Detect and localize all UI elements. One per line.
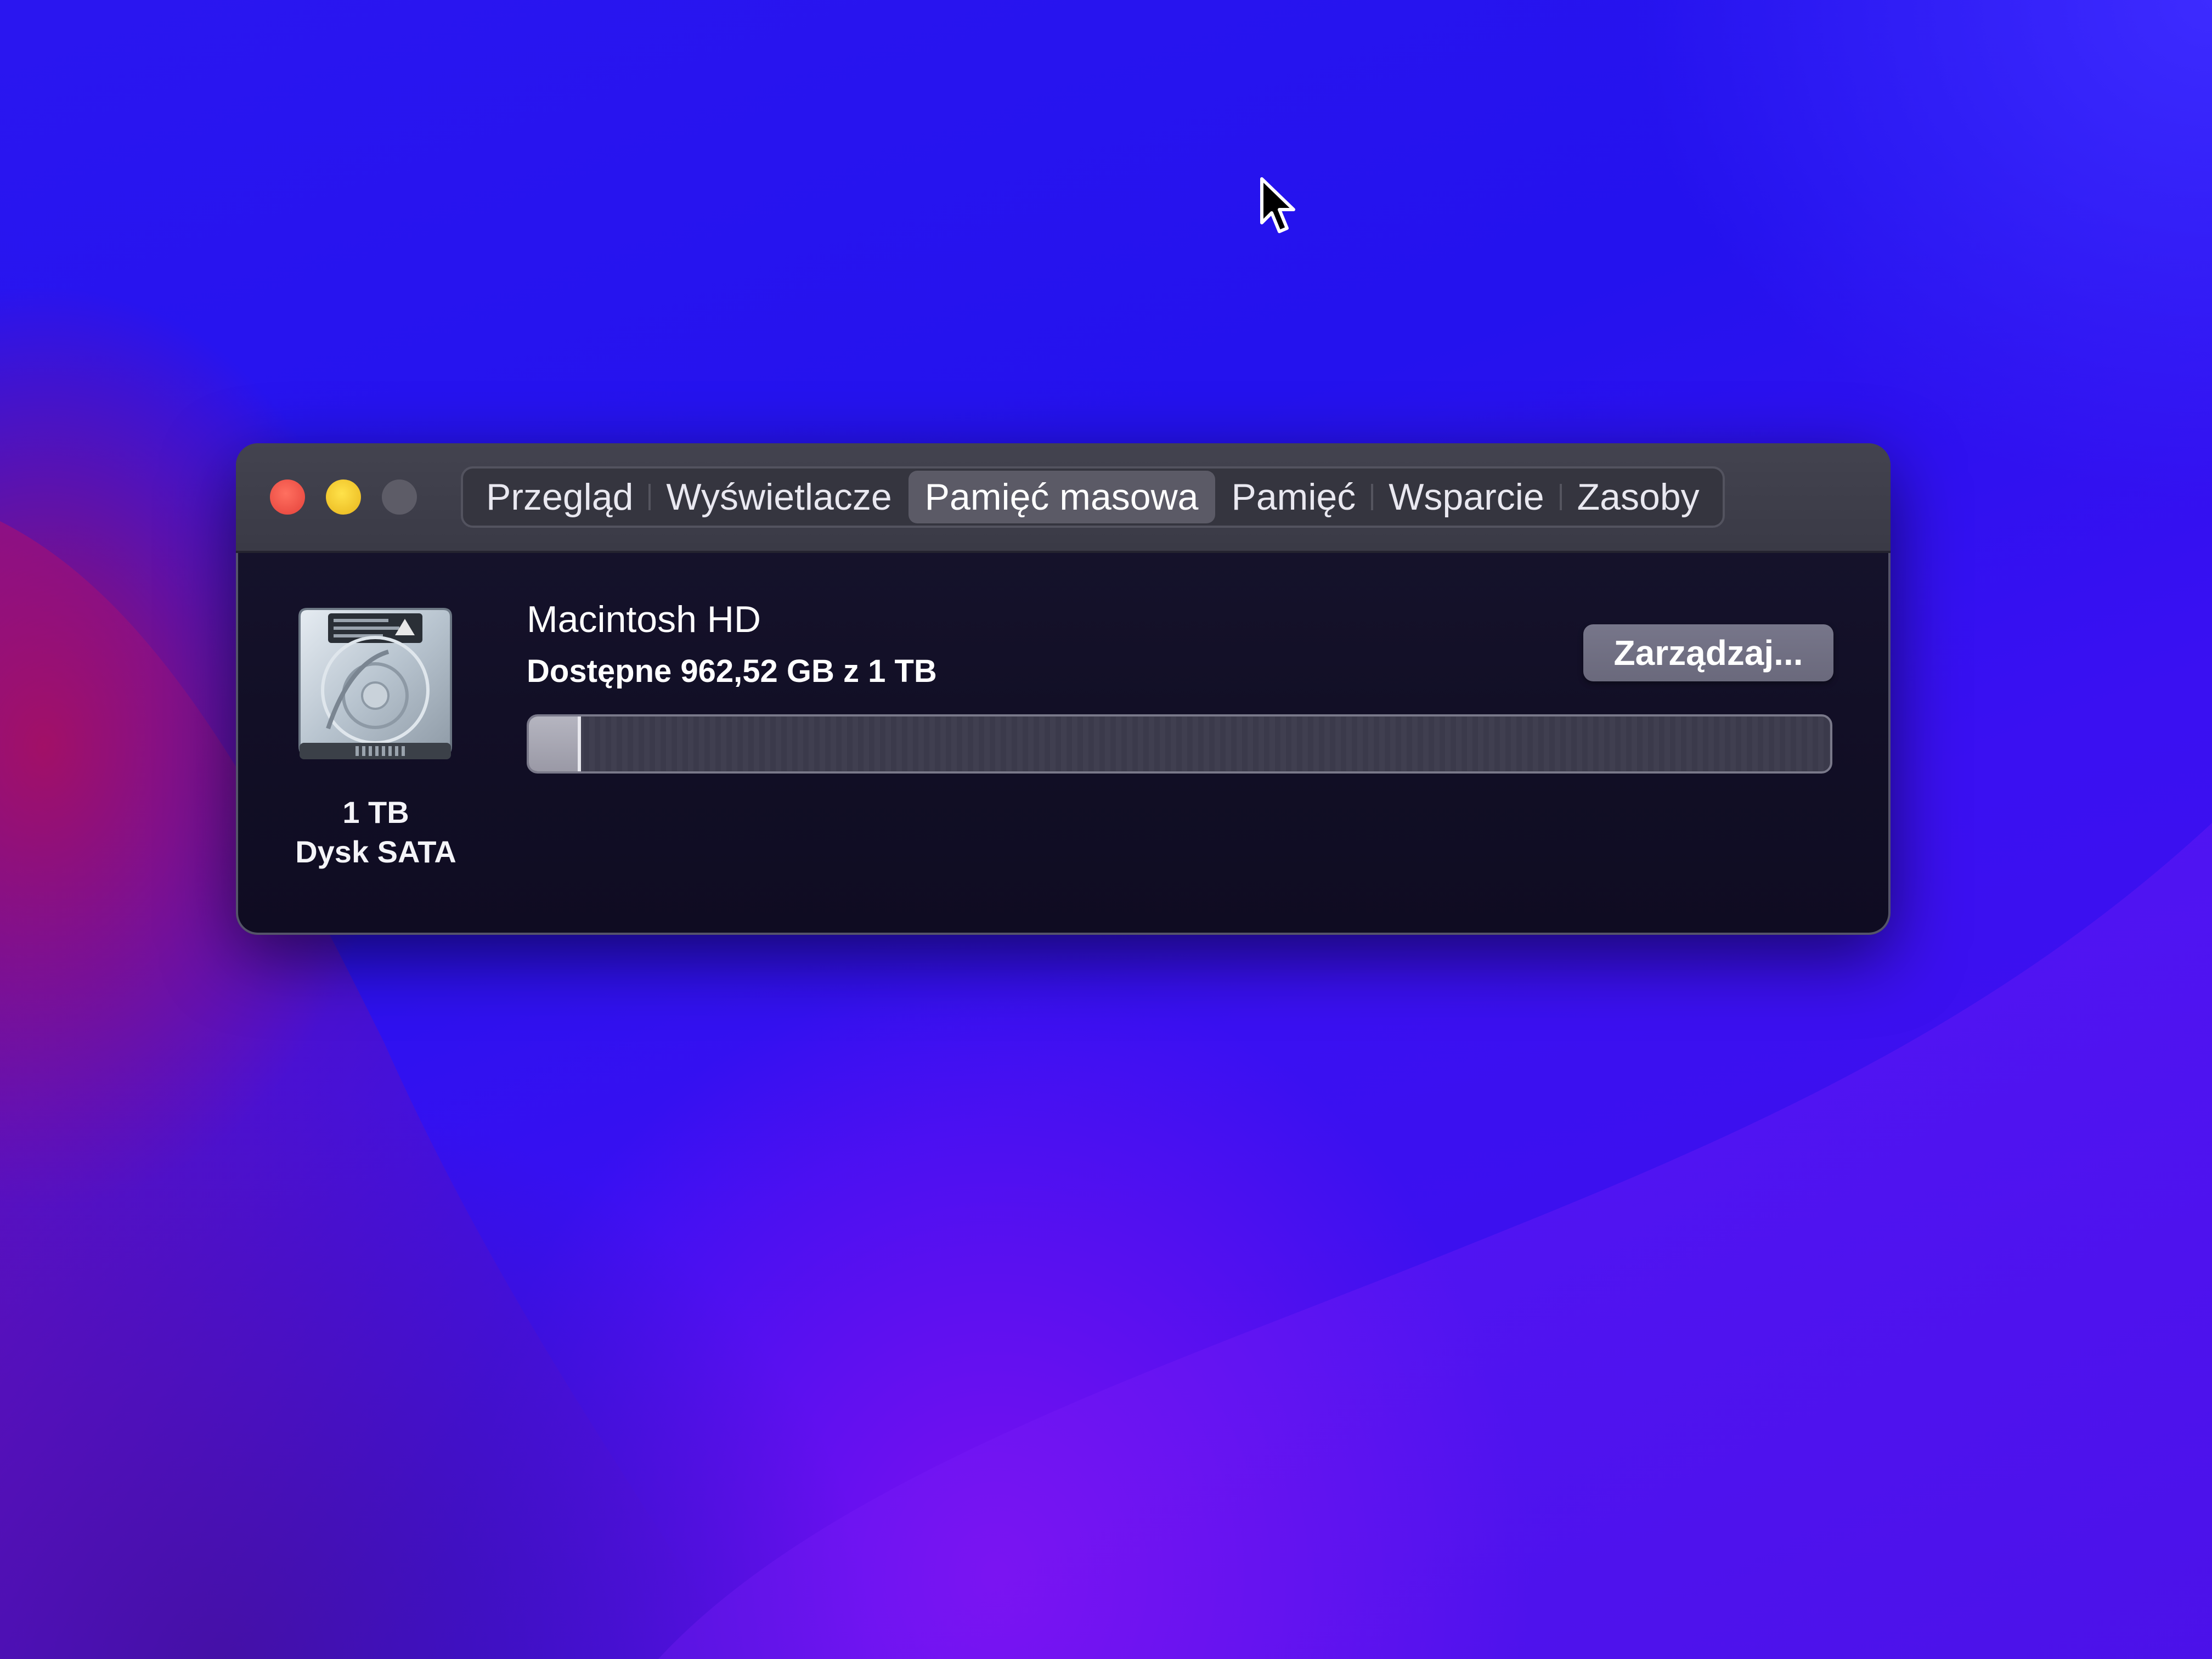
minimize-button[interactable] <box>326 479 361 515</box>
tab-pamiec[interactable]: Pamięć <box>1215 471 1373 523</box>
tab-przeglad[interactable]: Przegląd <box>470 471 650 523</box>
tab-wyswietlacze[interactable]: Wyświetlacze <box>648 471 908 523</box>
manage-button[interactable]: Zarządzaj... <box>1583 624 1833 681</box>
hard-drive-icon <box>298 608 452 759</box>
about-this-mac-window: Przegląd Wyświetlacze Pamięć masowa Pami… <box>236 443 1891 935</box>
tab-wsparcie[interactable]: Wsparcie <box>1371 471 1560 523</box>
title-bar: Przegląd Wyświetlacze Pamięć masowa Pami… <box>236 443 1891 553</box>
mouse-cursor-icon <box>1260 177 1295 233</box>
storage-usage-bar <box>527 714 1832 774</box>
zoom-button <box>382 479 417 515</box>
volume-name: Macintosh HD <box>527 599 761 640</box>
disk-size-label: 1 TB <box>342 795 409 830</box>
tab-bar: Przegląd Wyświetlacze Pamięć masowa Pami… <box>461 466 1725 528</box>
tab-zasoby[interactable]: Zasoby <box>1559 471 1716 523</box>
disk-type-label: Dysk SATA <box>295 834 456 869</box>
close-button[interactable] <box>270 479 305 515</box>
storage-used-segment <box>529 716 581 771</box>
tab-pamiec-masowa[interactable]: Pamięć masowa <box>908 471 1215 523</box>
volume-available: Dostępne 962,52 GB z 1 TB <box>527 653 937 689</box>
